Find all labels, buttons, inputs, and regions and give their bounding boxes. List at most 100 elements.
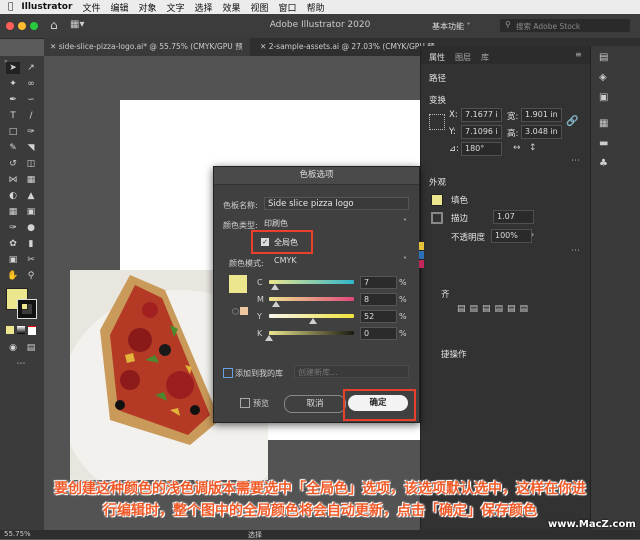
- chevron-right-icon[interactable]: ›: [531, 230, 534, 239]
- zoom-tool-icon[interactable]: ⚲: [24, 270, 38, 282]
- type-tool-icon[interactable]: T: [6, 110, 20, 122]
- magenta-value-field[interactable]: 8: [360, 293, 397, 306]
- cyan-value-field[interactable]: 7: [360, 276, 397, 289]
- magenta-slider-thumb[interactable]: [271, 301, 280, 307]
- swatch-chip-magenta[interactable]: [419, 260, 424, 268]
- magenta-slider[interactable]: [269, 297, 354, 301]
- zoom-level[interactable]: 55.75%: [4, 530, 31, 538]
- direct-selection-tool-icon[interactable]: ↗: [24, 62, 38, 74]
- lasso-tool-icon[interactable]: ∞: [24, 78, 38, 90]
- curvature-tool-icon[interactable]: ∽: [24, 94, 38, 106]
- home-icon[interactable]: ⌂: [50, 18, 58, 32]
- global-color-checkbox[interactable]: ✓: [261, 238, 269, 246]
- none-mode-icon[interactable]: [28, 326, 36, 335]
- selection-tool-icon[interactable]: ➤: [6, 62, 20, 74]
- slice-tool-icon[interactable]: ✂: [24, 254, 38, 266]
- stroke-swatch[interactable]: [17, 299, 37, 319]
- hand-tool-icon[interactable]: ✋: [6, 270, 20, 282]
- shape-builder-tool-icon[interactable]: ◐: [6, 190, 20, 202]
- flip-vertical-icon[interactable]: ↕: [529, 143, 537, 153]
- eyedropper-tool-icon[interactable]: ✑: [6, 222, 20, 234]
- angle-field[interactable]: 180°: [461, 142, 502, 156]
- more-options-icon[interactable]: ⋯: [571, 156, 580, 166]
- fill-color-swatch[interactable]: [431, 194, 443, 206]
- height-field[interactable]: 3.048 in: [521, 125, 562, 139]
- magic-wand-tool-icon[interactable]: ✦: [6, 78, 20, 90]
- draw-mode-icon[interactable]: ◉: [6, 342, 20, 354]
- pen-tool-icon[interactable]: ✒: [6, 94, 20, 106]
- swatch-chip-yellow[interactable]: [419, 242, 424, 250]
- libraries-panel-icon[interactable]: ▣: [599, 92, 608, 103]
- x-field[interactable]: 7.1677 i: [461, 108, 502, 122]
- free-transform-tool-icon[interactable]: ▦: [24, 174, 38, 186]
- black-value-field[interactable]: 0: [360, 327, 397, 340]
- line-tool-icon[interactable]: /: [24, 110, 38, 122]
- rotate-tool-icon[interactable]: ↺: [6, 158, 20, 170]
- black-slider-thumb[interactable]: [265, 335, 273, 341]
- yellow-slider-thumb[interactable]: [309, 318, 318, 324]
- zoom-window-button[interactable]: [30, 22, 38, 30]
- column-graph-tool-icon[interactable]: ▮: [24, 238, 38, 250]
- shaper-tool-icon[interactable]: ✎: [6, 142, 20, 154]
- brushes-panel-icon[interactable]: ▬: [599, 138, 608, 149]
- flip-horizontal-icon[interactable]: ↔: [513, 143, 521, 153]
- workspace-switcher[interactable]: 基本功能 ˅: [432, 21, 471, 32]
- stroke-weight-field[interactable]: 1.07: [493, 210, 534, 224]
- edit-toolbar-icon[interactable]: ⋯: [14, 358, 28, 370]
- color-mode-icon[interactable]: [6, 326, 14, 334]
- add-to-library-checkbox[interactable]: [223, 368, 233, 378]
- blend-tool-icon[interactable]: ●: [24, 222, 38, 234]
- tab-libraries[interactable]: 库: [481, 52, 489, 63]
- reference-point-icon[interactable]: [429, 114, 445, 130]
- menu-type[interactable]: 文字: [166, 1, 184, 14]
- gamut-swatch[interactable]: [240, 307, 248, 315]
- out-of-gamut-icon[interactable]: ⬡: [232, 307, 239, 316]
- app-menu[interactable]: Illustrator: [21, 2, 72, 12]
- menu-file[interactable]: 文件: [82, 1, 100, 14]
- panel-menu-icon[interactable]: ≡: [575, 50, 582, 59]
- swatch-name-input[interactable]: Side slice pizza logo: [264, 197, 409, 210]
- cancel-button[interactable]: 取消: [284, 395, 346, 413]
- rectangle-tool-icon[interactable]: □: [6, 126, 20, 138]
- scale-tool-icon[interactable]: ◫: [24, 158, 38, 170]
- appearance-more-icon[interactable]: ⋯: [571, 246, 580, 256]
- screen-mode-icon[interactable]: ▤: [24, 342, 38, 354]
- tab-side-slice-pizza[interactable]: ✕ side-slice-pizza-logo.ai* @ 55.75% (CM…: [44, 38, 250, 69]
- properties-panel-icon[interactable]: ▤: [599, 52, 608, 63]
- width-tool-icon[interactable]: ⋈: [6, 174, 20, 186]
- stroke-color-swatch[interactable]: [431, 212, 443, 224]
- close-tab-icon[interactable]: ✕: [50, 42, 56, 51]
- gradient-mode-icon[interactable]: [17, 326, 25, 334]
- menu-view[interactable]: 视图: [251, 1, 269, 14]
- artboard-tool-icon[interactable]: ▣: [6, 254, 20, 266]
- y-field[interactable]: 7.1096 i: [461, 125, 502, 139]
- ok-button[interactable]: 确定: [348, 395, 408, 411]
- apple-icon[interactable]: : [8, 2, 13, 12]
- gradient-tool-icon[interactable]: ▣: [24, 206, 38, 218]
- yellow-value-field[interactable]: 52: [360, 310, 397, 323]
- layers-panel-icon[interactable]: ◈: [599, 72, 607, 83]
- minimize-window-button[interactable]: [18, 22, 26, 30]
- swatches-panel-icon[interactable]: ▦: [599, 118, 608, 129]
- symbol-sprayer-tool-icon[interactable]: ✿: [6, 238, 20, 250]
- eraser-tool-icon[interactable]: ◥: [24, 142, 38, 154]
- cyan-slider-thumb[interactable]: [270, 284, 279, 290]
- preview-checkbox[interactable]: [240, 398, 250, 408]
- menu-help[interactable]: 帮助: [307, 1, 325, 14]
- stock-search-field[interactable]: ⚲ 搜索 Adobe Stock: [500, 19, 630, 32]
- perspective-grid-tool-icon[interactable]: ▲: [24, 190, 38, 202]
- color-type-select[interactable]: 印刷色 ˅: [264, 218, 409, 230]
- black-slider[interactable]: [269, 331, 354, 335]
- swatch-chip-blue[interactable]: [419, 251, 424, 259]
- tab-properties[interactable]: 属性: [429, 52, 445, 63]
- close-tab-icon[interactable]: ✕: [260, 42, 266, 51]
- arrange-documents-icon[interactable]: ▦▾: [70, 19, 84, 30]
- library-select[interactable]: 创建新库...: [294, 365, 409, 378]
- cyan-slider[interactable]: [269, 280, 354, 284]
- paintbrush-tool-icon[interactable]: ✑: [24, 126, 38, 138]
- menu-object[interactable]: 对象: [138, 1, 156, 14]
- mesh-tool-icon[interactable]: ▦: [6, 206, 20, 218]
- align-buttons[interactable]: ▤▤▤▤▤▤: [457, 304, 557, 316]
- width-field[interactable]: 1.901 in: [521, 108, 562, 122]
- close-window-button[interactable]: [6, 22, 14, 30]
